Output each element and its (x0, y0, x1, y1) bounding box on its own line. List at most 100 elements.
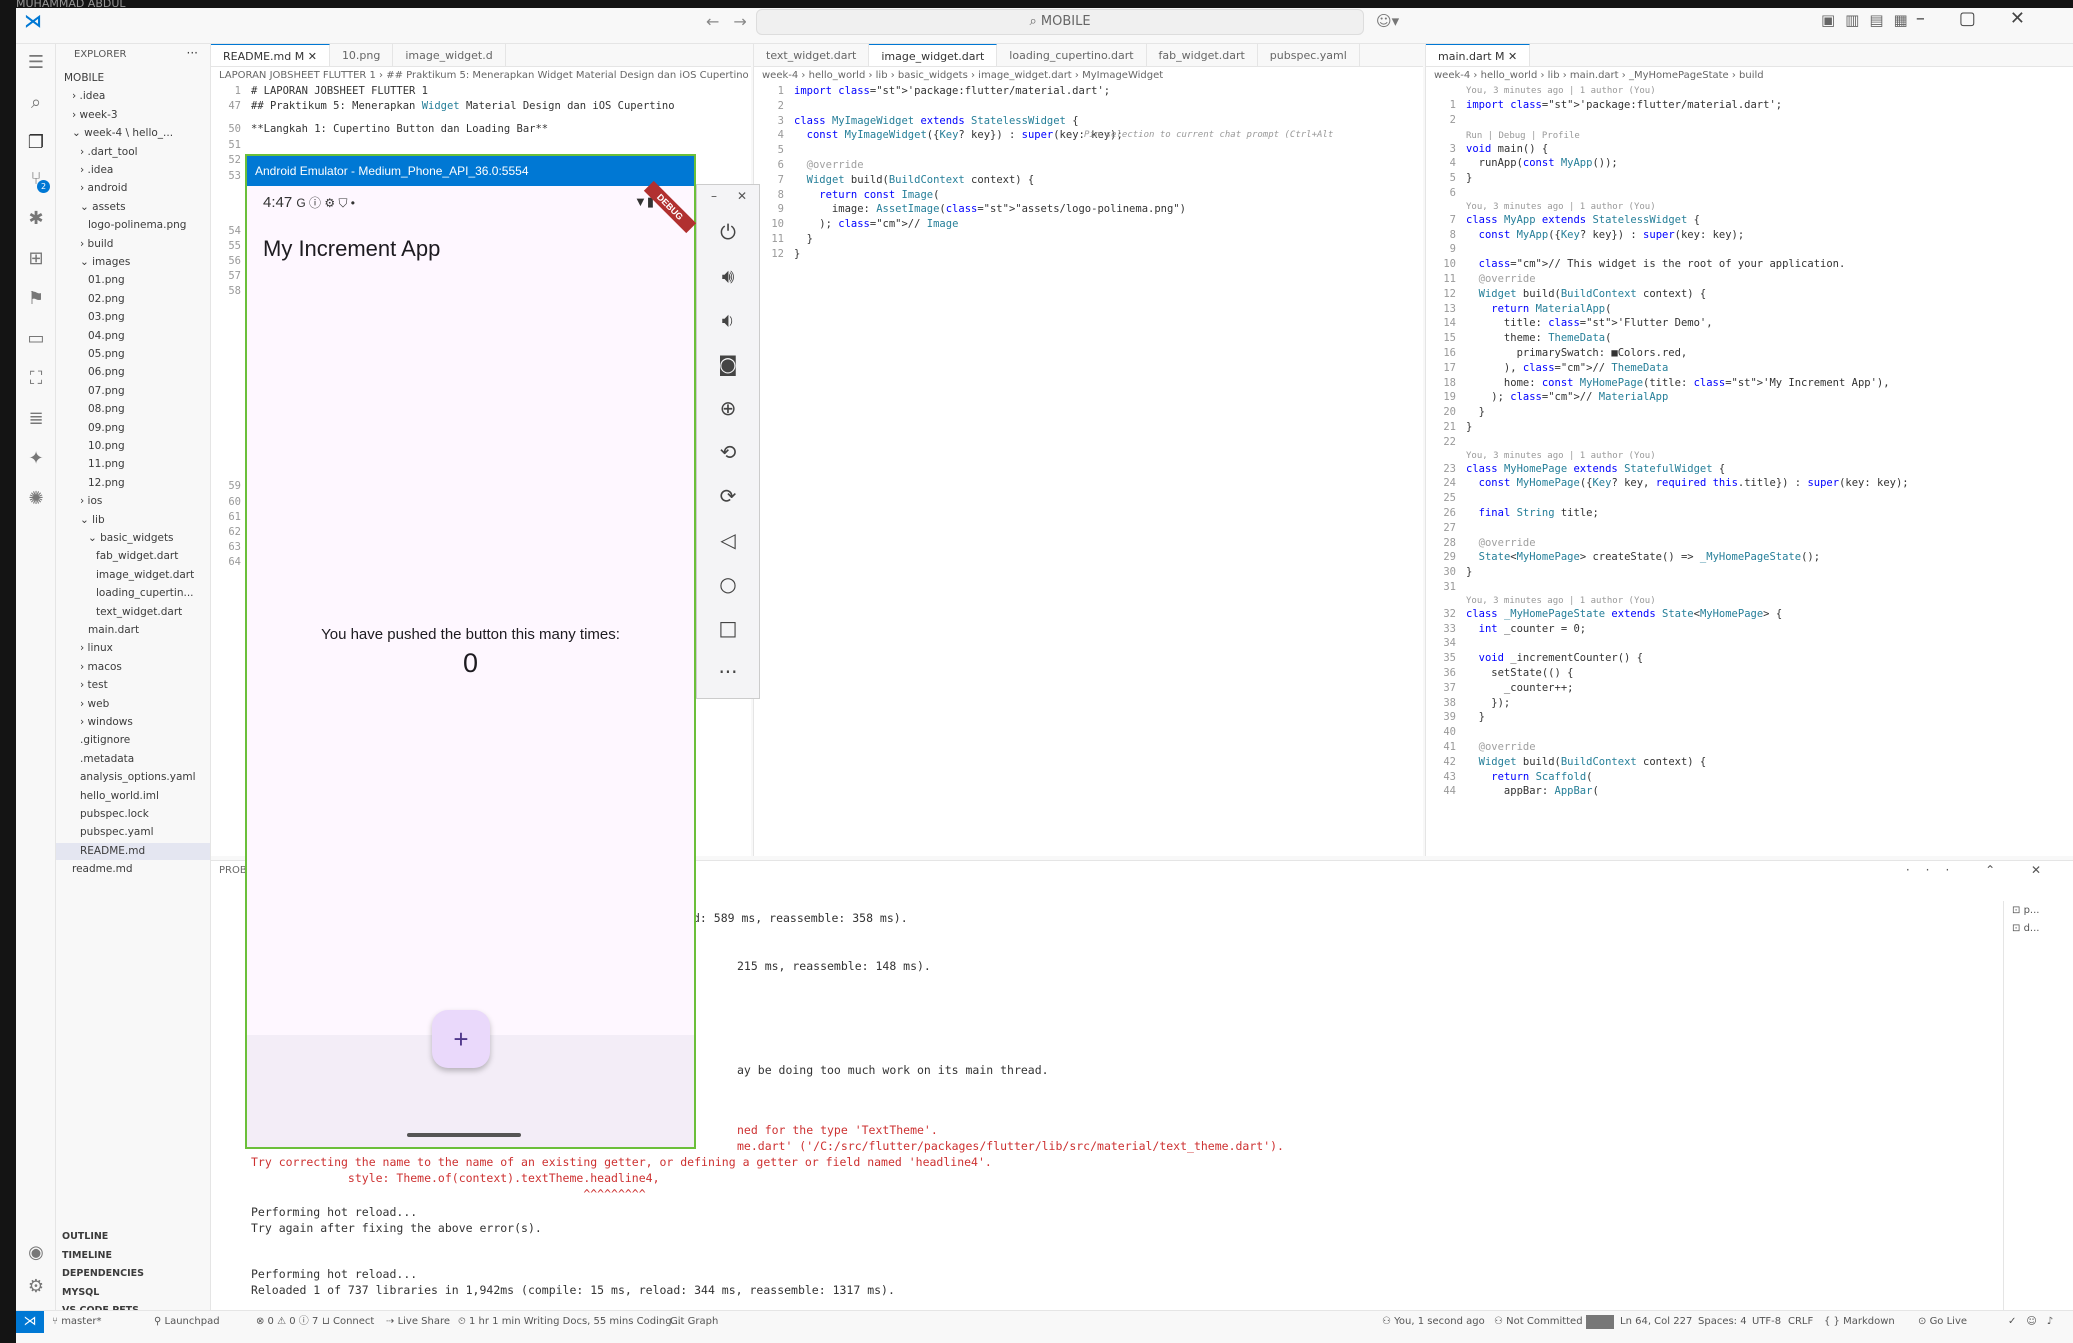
minimize-icon[interactable]: – (711, 189, 717, 203)
status-commit[interactable]: ⚇ Not Committed Yet (1494, 1311, 1601, 1333)
terminal-item[interactable]: ⊡ d... (2012, 923, 2039, 934)
tab-item[interactable]: text_widget.dart (754, 44, 870, 66)
tab-item[interactable]: fab_widget.dart (1147, 44, 1258, 66)
tree-item[interactable]: hello_world.iml (56, 788, 210, 805)
increment-fab[interactable]: + (432, 1010, 490, 1068)
debug-icon[interactable]: ✱ (25, 208, 47, 230)
tab-image-widget[interactable]: image_widget.d (393, 44, 506, 66)
close-icon[interactable]: ✕ (737, 189, 747, 203)
tree-item[interactable]: ⌄ week-4 \ hello_... (56, 125, 210, 142)
tab-10png[interactable]: 10.png (330, 44, 394, 66)
status-problems[interactable]: ⊗ 0 ⚠ 0 ⓘ 7 (256, 1311, 318, 1333)
tree-item[interactable]: › android (56, 180, 210, 197)
tree-item[interactable]: pubspec.lock (56, 806, 210, 823)
sparkle-icon[interactable]: ✦ (25, 448, 47, 470)
status-liveshare[interactable]: ⇢ Live Share (386, 1311, 450, 1333)
tree-item[interactable]: ⌄ lib (56, 512, 210, 529)
remote-explorer-icon[interactable]: ▭ (25, 328, 47, 350)
tree-item[interactable]: 11.png (56, 456, 210, 473)
gesture-handle[interactable] (407, 1133, 521, 1137)
tree-item[interactable]: › web (56, 696, 210, 713)
testing-icon[interactable]: ⚑ (25, 288, 47, 310)
tree-item[interactable]: › .idea (56, 88, 210, 105)
tree-item[interactable]: 02.png (56, 291, 210, 308)
menu-icon[interactable]: ☰ (25, 52, 47, 74)
tree-item[interactable]: ⌄ basic_widgets (56, 530, 210, 547)
tree-item[interactable]: 10.png (56, 438, 210, 455)
tree-item[interactable]: 08.png (56, 401, 210, 418)
tab-item[interactable]: loading_cupertino.dart (997, 44, 1147, 66)
back-icon[interactable]: ◁ (715, 527, 741, 553)
tree-item[interactable]: main.dart (56, 622, 210, 639)
home-icon[interactable]: ○ (715, 571, 741, 597)
breadcrumb[interactable]: week-4 › hello_world › lib › basic_widge… (762, 70, 1163, 81)
settings-gear-icon[interactable]: ⚙ (25, 1276, 47, 1298)
layout-controls[interactable]: ▣▥▤▦ (1821, 11, 1918, 29)
extensions-icon[interactable]: ⊞ (25, 248, 47, 270)
tree-item[interactable]: 03.png (56, 309, 210, 326)
tree-item[interactable]: › test (56, 677, 210, 694)
tree-item[interactable]: MOBILE (56, 70, 210, 87)
camera-icon[interactable]: ◙ (715, 351, 741, 377)
tab-item[interactable]: pubspec.yaml (1258, 44, 1360, 66)
status-position[interactable]: Ln 64, Col 227 (1620, 1311, 1692, 1333)
sidebar-section[interactable]: TIMELINE (56, 1247, 210, 1264)
git-blame-annotation[interactable]: You, 3 minutes ago | 1 author (You) (1466, 449, 1656, 465)
copilot-chat-icon[interactable]: ✺ (25, 488, 47, 510)
tree-item[interactable]: .metadata (56, 751, 210, 768)
run-debug-codelens[interactable]: Run | Debug | Profile (1466, 129, 1580, 145)
tree-item[interactable]: 07.png (56, 383, 210, 400)
git-blame-annotation[interactable]: You, 3 minutes ago | 1 author (You) (1466, 84, 1656, 100)
more-icon[interactable]: ··· (715, 659, 741, 685)
tree-item[interactable]: pubspec.yaml (56, 824, 210, 841)
status-git-graph[interactable]: Git Graph (670, 1311, 718, 1333)
status-time-tracking[interactable]: ⏲ 1 hr 1 min Writing Docs, 55 mins Codin… (458, 1311, 681, 1333)
account-icon[interactable]: ◉ (25, 1242, 47, 1264)
tree-item[interactable]: fab_widget.dart (56, 548, 210, 565)
status-notifications-icon[interactable]: ✓☺♪ (2008, 1311, 2063, 1333)
command-center-search[interactable]: ⌕ MOBILE (756, 9, 1364, 35)
sidebar-section[interactable]: OUTLINE (56, 1228, 210, 1245)
tree-item[interactable]: 12.png (56, 475, 210, 492)
tab-main-dart[interactable]: main.dart M ✕ (1426, 44, 1531, 66)
more-actions-icon[interactable]: ··· (187, 46, 198, 60)
copilot-icon[interactable]: ☺▾ (1376, 12, 1399, 30)
status-language[interactable]: { } Markdown (1824, 1311, 1895, 1333)
tree-item[interactable]: › build (56, 236, 210, 253)
source-control-icon[interactable]: ⑂ 2 (25, 168, 50, 193)
tree-item[interactable]: › ios (56, 493, 210, 510)
tree-item[interactable]: image_widget.dart (56, 567, 210, 584)
tree-item[interactable]: logo-polinema.png (56, 217, 210, 234)
nav-arrows[interactable]: ←→ (706, 12, 761, 31)
volume-down-icon[interactable]: 🔉︎ (715, 307, 741, 333)
tree-item[interactable]: analysis_options.yaml (56, 769, 210, 786)
sidebar-section[interactable]: MYSQL (56, 1284, 210, 1301)
git-blame-annotation[interactable]: You, 3 minutes ago | 1 author (You) (1466, 594, 1656, 610)
status-go-live[interactable]: ⊙ Go Live (1918, 1311, 1967, 1333)
volume-up-icon[interactable]: 🔊︎ (715, 263, 741, 289)
breadcrumb[interactable]: week-4 › hello_world › lib › main.dart ›… (1434, 70, 1764, 81)
tab-readme[interactable]: README.md M ✕ (211, 44, 330, 66)
status-spaces[interactable]: Spaces: 4 (1698, 1311, 1747, 1333)
tree-item[interactable]: 01.png (56, 272, 210, 289)
zoom-icon[interactable]: ⊕ (715, 395, 741, 421)
sidebar-section[interactable]: DEPENDENCIES (56, 1265, 210, 1282)
status-eol[interactable]: CRLF (1788, 1311, 1813, 1333)
docker-icon[interactable]: ⛶ (25, 368, 47, 390)
status-branch[interactable]: ⑂ master* (52, 1311, 101, 1333)
tree-item[interactable]: readme.md (56, 861, 210, 878)
status-launchpad[interactable]: ⚲ Launchpad (154, 1311, 220, 1333)
tree-item[interactable]: 09.png (56, 420, 210, 437)
tab-item[interactable]: image_widget.dart (869, 44, 998, 66)
terminal-item[interactable]: ⊡ p... (2012, 905, 2039, 916)
tree-item[interactable]: › .dart_tool (56, 144, 210, 161)
status-encoding[interactable]: UTF-8 (1752, 1311, 1781, 1333)
panel-controls[interactable]: ··· ⌃ ✕ (1906, 863, 2057, 877)
tree-item[interactable]: README.md (56, 842, 210, 860)
tree-item[interactable]: .gitignore (56, 732, 210, 749)
rotate-left-icon[interactable]: ⟲ (715, 439, 741, 465)
rotate-right-icon[interactable]: ⟳ (715, 483, 741, 509)
search-icon[interactable]: ⌕ (25, 92, 47, 114)
tree-item[interactable]: › .idea (56, 162, 210, 179)
breadcrumb[interactable]: LAPORAN JOBSHEET FLUTTER 1 › ## Praktiku… (219, 70, 749, 81)
